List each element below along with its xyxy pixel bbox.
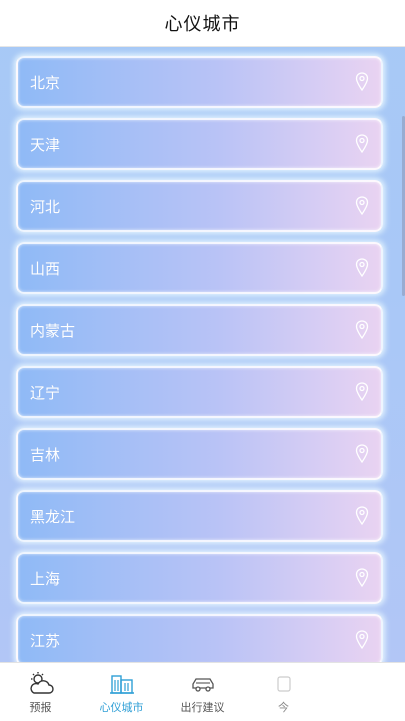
city-card-liaoning[interactable]: 辽宁 — [16, 366, 383, 418]
city-label: 吉林 — [30, 445, 61, 464]
city-card-beijing[interactable]: 北京 — [16, 56, 383, 108]
city-label: 内蒙古 — [30, 321, 76, 340]
city-card-shanghai[interactable]: 上海 — [16, 552, 383, 604]
city-label: 河北 — [30, 197, 61, 216]
city-card-jiangsu[interactable]: 江苏 — [16, 614, 383, 662]
city-card-tianjin[interactable]: 天津 — [16, 118, 383, 170]
location-pin-icon — [355, 382, 369, 402]
city-card-shanxi[interactable]: 山西 — [16, 242, 383, 294]
bottom-tab-bar: 预报 心仪城市 出行建议 今 — [0, 662, 405, 721]
city-label: 江苏 — [30, 631, 61, 650]
tab-today[interactable]: 今 — [243, 663, 324, 721]
city-label: 上海 — [30, 569, 61, 588]
tab-travel-advice[interactable]: 出行建议 — [162, 663, 243, 721]
location-pin-icon — [355, 134, 369, 154]
weather-cloud-sun-icon — [29, 672, 54, 694]
tab-label: 今 — [278, 701, 289, 714]
city-card-neimenggu[interactable]: 内蒙古 — [16, 304, 383, 356]
city-label: 山西 — [30, 259, 61, 278]
location-pin-icon — [355, 320, 369, 340]
page-title: 心仪城市 — [164, 14, 241, 35]
city-card-hebei[interactable]: 河北 — [16, 180, 383, 232]
location-pin-icon — [355, 72, 369, 92]
city-card-jilin[interactable]: 吉林 — [16, 428, 383, 480]
city-label: 黑龙江 — [30, 507, 76, 526]
unknown-icon — [276, 676, 291, 692]
city-label: 天津 — [30, 135, 61, 154]
city-label: 北京 — [30, 73, 61, 92]
location-pin-icon — [355, 258, 369, 278]
city-buildings-icon — [109, 675, 134, 694]
tab-label: 出行建议 — [180, 701, 225, 714]
city-label: 辽宁 — [30, 383, 61, 402]
tab-forecast[interactable]: 预报 — [0, 663, 81, 721]
location-pin-icon — [355, 444, 369, 464]
car-icon — [191, 678, 214, 692]
city-list[interactable]: 北京 天津 河北 山西 内蒙古 辽宁 吉林 黑龙江 上海 江苏 — [0, 46, 405, 662]
location-pin-icon — [355, 196, 369, 216]
location-pin-icon — [355, 568, 369, 588]
tab-label: 预报 — [29, 701, 52, 714]
tab-label: 心仪城市 — [99, 701, 144, 714]
city-card-heilongjiang[interactable]: 黑龙江 — [16, 490, 383, 542]
location-pin-icon — [355, 630, 369, 650]
tab-favorite-cities[interactable]: 心仪城市 — [81, 663, 162, 721]
location-pin-icon — [355, 506, 369, 526]
header-bar: 心仪城市 — [0, 0, 405, 47]
